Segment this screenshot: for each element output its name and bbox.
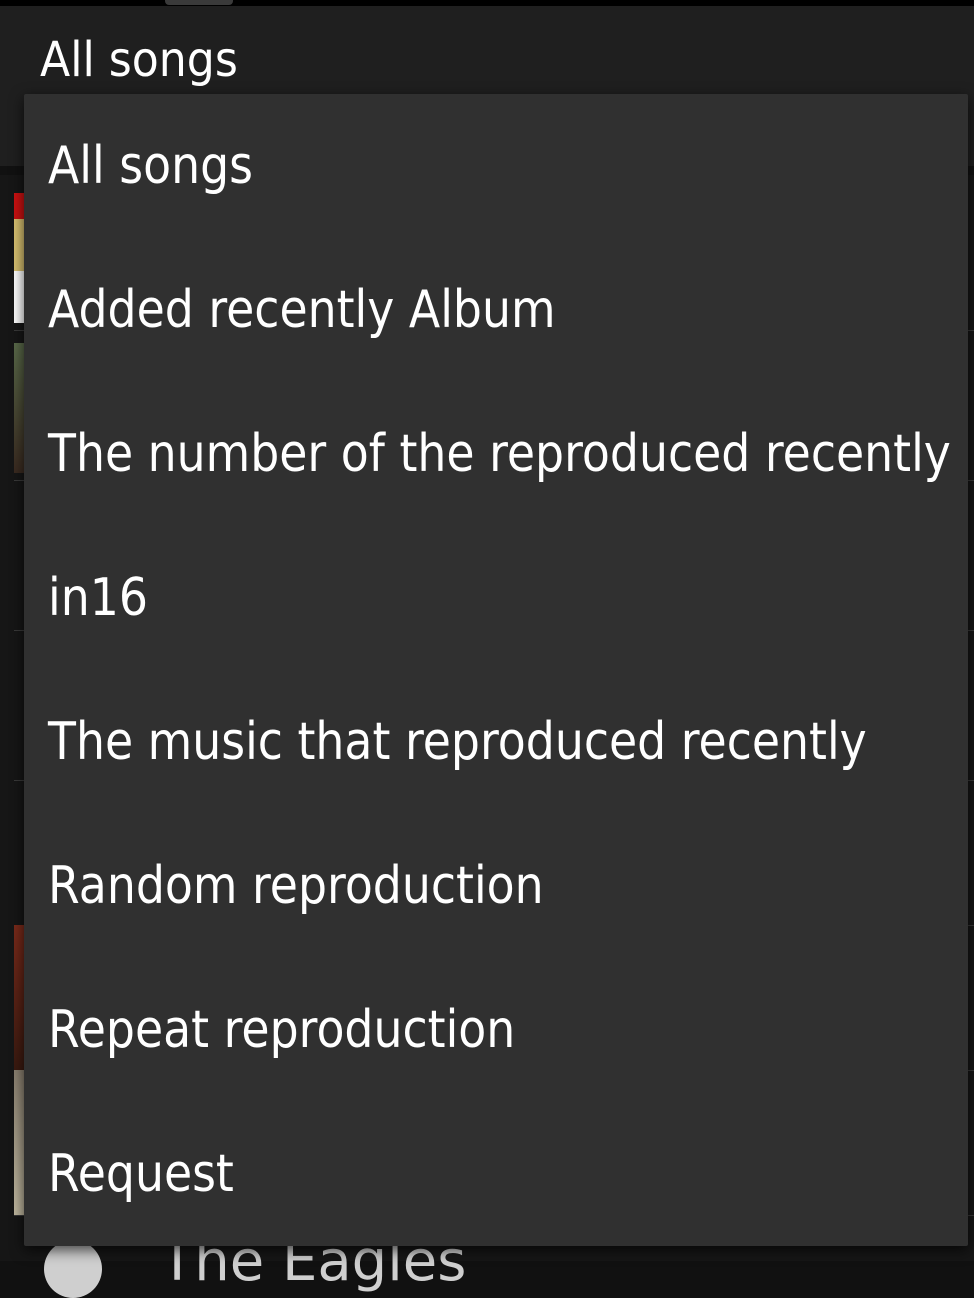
menu-item-label: Added recently Album: [48, 280, 556, 340]
menu-item-label: The number of the reproduced recently: [48, 424, 951, 484]
view-dropdown-menu: All songs Added recently Album The numbe…: [24, 94, 968, 1246]
menu-item-recently-played[interactable]: The music that reproduced recently: [24, 670, 968, 814]
menu-item-repeat-reproduction[interactable]: Repeat reproduction: [24, 958, 968, 1102]
view-spinner[interactable]: All songs: [40, 30, 238, 90]
menu-item-label: All songs: [48, 136, 254, 196]
menu-item-label: in16: [48, 568, 148, 628]
menu-item-random-reproduction[interactable]: Random reproduction: [24, 814, 968, 958]
menu-item-request[interactable]: Request: [24, 1102, 968, 1246]
artist-avatar: [44, 1240, 102, 1298]
menu-item-most-played[interactable]: The number of the reproduced recently: [24, 382, 968, 526]
menu-item-label: The music that reproduced recently: [48, 712, 867, 772]
menu-item-in16[interactable]: in16: [24, 526, 968, 670]
menu-item-label: Repeat reproduction: [48, 1000, 516, 1060]
menu-item-label: Request: [48, 1144, 234, 1204]
status-bar-handle: [165, 0, 233, 5]
menu-item-all-songs[interactable]: All songs: [24, 94, 968, 238]
menu-item-label: Random reproduction: [48, 856, 544, 916]
menu-item-added-recently-album[interactable]: Added recently Album: [24, 238, 968, 382]
